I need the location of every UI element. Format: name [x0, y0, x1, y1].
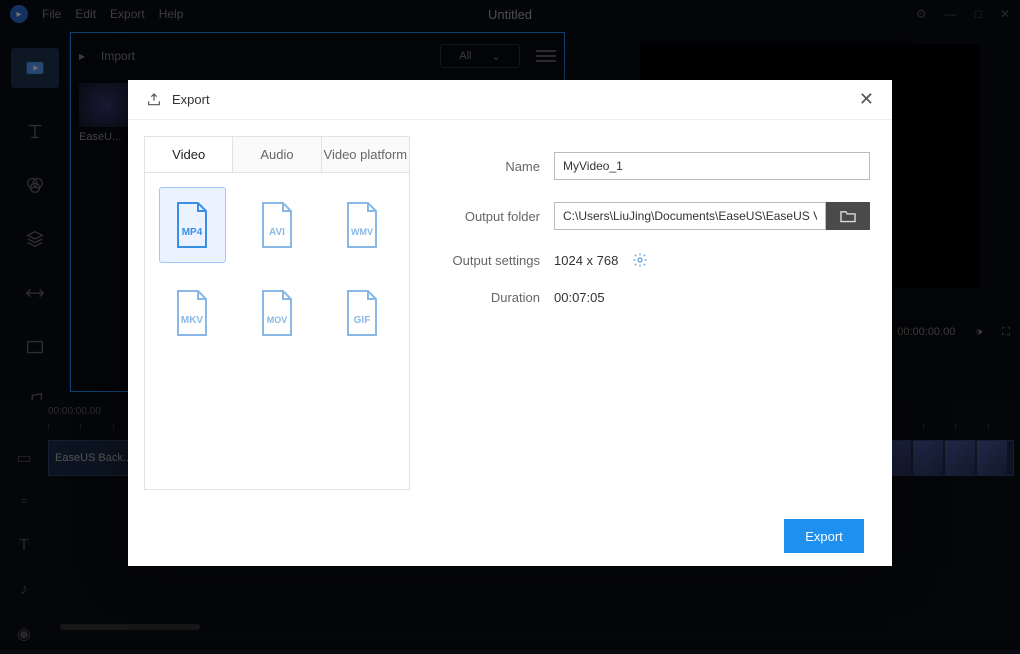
duration-value: 00:07:05: [554, 290, 605, 305]
format-avi[interactable]: AVI: [244, 187, 311, 263]
folder-label: Output folder: [440, 209, 540, 224]
format-gif[interactable]: GIF: [328, 275, 395, 351]
format-mkv[interactable]: MKV: [159, 275, 226, 351]
tab-video-platform[interactable]: Video platform: [322, 137, 409, 172]
svg-text:GIF: GIF: [353, 315, 370, 326]
format-mov[interactable]: MOV: [244, 275, 311, 351]
close-icon[interactable]: ✕: [859, 89, 874, 110]
dialog-title: Export: [172, 92, 210, 107]
export-header-icon: [146, 92, 162, 108]
format-mp4[interactable]: MP4: [159, 187, 226, 263]
format-grid: MP4 AVI WMV MKV MOV GIF: [144, 172, 410, 490]
duration-label: Duration: [440, 290, 540, 305]
settings-label: Output settings: [440, 253, 540, 268]
svg-text:MKV: MKV: [181, 315, 204, 326]
browse-folder-button[interactable]: [826, 202, 870, 230]
export-tabs: Video Audio Video platform: [144, 136, 410, 172]
name-input[interactable]: [554, 152, 870, 180]
svg-text:AVI: AVI: [269, 227, 285, 238]
gear-icon[interactable]: [632, 252, 648, 268]
resolution-value: 1024 x 768: [554, 253, 618, 268]
folder-input[interactable]: [554, 202, 826, 230]
export-dialog: Export ✕ Video Audio Video platform MP4 …: [128, 80, 892, 566]
tab-audio[interactable]: Audio: [233, 137, 321, 172]
format-wmv[interactable]: WMV: [328, 187, 395, 263]
settings-pane: Name Output folder Output settings 1024 …: [430, 136, 876, 490]
svg-text:MOV: MOV: [267, 315, 288, 325]
svg-text:WMV: WMV: [351, 227, 373, 237]
export-button[interactable]: Export: [784, 519, 864, 553]
svg-text:MP4: MP4: [182, 227, 203, 238]
tab-video[interactable]: Video: [145, 137, 233, 172]
name-label: Name: [440, 159, 540, 174]
